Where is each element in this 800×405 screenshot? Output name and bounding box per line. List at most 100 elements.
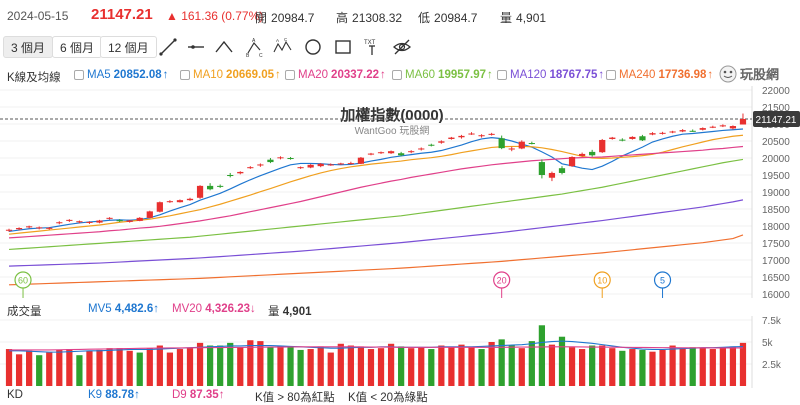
ma120-checkbox[interactable]: [497, 70, 507, 80]
ma-line-ma120: [9, 199, 744, 267]
ma60-toggle[interactable]: MA60 19957.97 ↑: [392, 69, 493, 81]
candle-body: [217, 185, 224, 187]
ma5-label: MA5: [87, 69, 111, 81]
hide-drawings-icon[interactable]: [392, 37, 412, 57]
quote-header: 2024-05-15 21147.21 ▲ 161.36 (0.77%) 開 20…: [0, 0, 800, 32]
abcde-pattern-tool-icon[interactable]: AC: [273, 37, 293, 57]
k9-label: K9: [88, 389, 103, 401]
chart-title: 加權指數(0000): [339, 106, 443, 124]
wantgoo-logo: 玩股網: [719, 65, 779, 83]
candle-body: [448, 137, 455, 139]
ma120-toggle[interactable]: MA120 18767.75 ↑: [497, 69, 604, 81]
volume-bar: [639, 349, 646, 386]
tab-6-months[interactable]: 6 個月: [52, 36, 103, 58]
k9-legend: K9 88.78↑: [88, 389, 140, 401]
volume-bar: [36, 355, 43, 386]
mv20-value: 4,326.23: [205, 303, 251, 315]
candle-body: [568, 156, 576, 167]
kd-title: KD: [7, 389, 23, 401]
ma5-toggle[interactable]: MA5 20852.08 ↑: [74, 69, 168, 81]
candle-body: [126, 220, 133, 222]
candle-body: [498, 138, 505, 149]
volume-chart[interactable]: 7.5k 5k 2.5k: [0, 316, 800, 388]
abc-pattern-tool-icon[interactable]: A B C: [245, 37, 265, 57]
line-tool-icon[interactable]: [158, 37, 178, 57]
candle-body: [398, 153, 405, 156]
rectangle-tool-icon[interactable]: [333, 37, 353, 57]
candle-body: [558, 168, 566, 173]
tab-12-months[interactable]: 12 個月: [100, 36, 157, 58]
volume-bar: [377, 348, 385, 386]
volume-bar: [599, 345, 606, 386]
candle-body: [408, 151, 415, 153]
low-stat: 低 20984.7: [418, 9, 477, 26]
svg-text:C: C: [284, 37, 288, 42]
volume-bar: [56, 349, 63, 386]
volume-bar: [589, 345, 596, 386]
volume-bar: [277, 345, 284, 386]
mv5-value: 4,482.6: [114, 303, 154, 315]
y-tick-label: 17000: [762, 256, 790, 267]
low-label: 低: [418, 11, 431, 25]
circle-tool-icon[interactable]: [303, 37, 323, 57]
y-tick-label: 20000: [762, 154, 790, 165]
candle-body: [287, 158, 294, 160]
ma120-arrow-icon: ↑: [598, 69, 605, 81]
period-marker-label: 60: [18, 276, 28, 286]
high-value: 21308.32: [352, 11, 403, 25]
volume-bar: [66, 349, 73, 386]
candle-body: [458, 135, 465, 138]
candle-body: [267, 159, 274, 163]
ma20-checkbox[interactable]: [285, 70, 295, 80]
volume-bar: [5, 349, 13, 386]
mv20-legend: MV20 4,326.23↓: [172, 303, 256, 315]
volume-y-tick-label: 5k: [762, 338, 774, 349]
volume-bar: [237, 347, 244, 386]
angle-tool-icon[interactable]: [214, 37, 234, 57]
price-chart[interactable]: 16000 16500 17000 17500 18000 18500 19000 19500…: [0, 86, 800, 298]
ma20-arrow-icon: ↑: [380, 69, 386, 81]
tab-3-months[interactable]: 3 個月: [3, 36, 54, 58]
y-tick-label: 22000: [762, 86, 790, 97]
ma60-checkbox[interactable]: [392, 70, 402, 80]
ma20-toggle[interactable]: MA20 20337.22 ↑: [285, 69, 386, 81]
y-tick-label: 19500: [762, 171, 790, 182]
candle-body: [649, 133, 656, 135]
candle-body: [46, 227, 53, 229]
y-tick-label: 18500: [762, 205, 790, 216]
candle-body: [227, 175, 234, 177]
ma240-toggle[interactable]: MA240 17736.98 ↑: [606, 69, 713, 81]
ma10-toggle[interactable]: MA10 20669.05 ↑: [180, 69, 281, 81]
ma10-checkbox[interactable]: [180, 70, 190, 80]
ma120-label: MA120: [510, 69, 547, 81]
horizontal-line-tool-icon[interactable]: [186, 37, 206, 57]
text-tool-icon[interactable]: TXT: [362, 37, 382, 57]
volume-bar: [538, 325, 546, 386]
ma240-checkbox[interactable]: [606, 70, 616, 80]
open-value: 20984.7: [271, 11, 315, 25]
volume-bar: [227, 342, 234, 386]
mv5-label: MV5: [88, 303, 112, 315]
candle-body: [186, 198, 194, 201]
volume-bar: [478, 349, 485, 386]
y-tick-label: 18000: [762, 222, 790, 233]
candle-body: [629, 136, 636, 139]
candle-body: [76, 221, 83, 223]
candle-body: [578, 153, 586, 156]
y-tick-label: 19000: [762, 188, 790, 199]
candle-body: [538, 162, 546, 175]
volume-bar: [15, 354, 23, 386]
volume-bar: [619, 350, 626, 386]
ma5-checkbox[interactable]: [74, 70, 84, 80]
ma10-arrow-icon: ↑: [275, 69, 281, 81]
candle-body: [357, 157, 365, 164]
candle-body: [709, 126, 716, 128]
volume-bar: [267, 347, 274, 386]
volume-bar: [629, 349, 636, 386]
candle-body: [106, 217, 113, 219]
volume-bar: [438, 345, 445, 386]
ma10-label: MA10: [193, 69, 224, 81]
volume-bar: [699, 348, 706, 386]
candle-body: [508, 148, 515, 150]
y-tick-label: 16000: [762, 290, 790, 298]
